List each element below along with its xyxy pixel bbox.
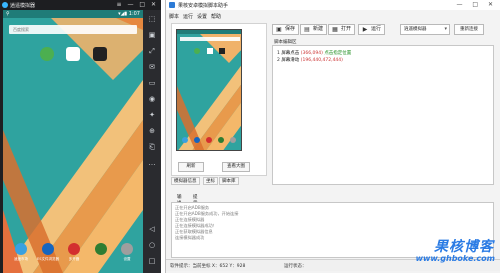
line-command: 屏幕点击 [281, 51, 300, 56]
es-file-icon[interactable] [42, 243, 54, 255]
tab-coordinates[interactable]: 坐标 [203, 177, 218, 185]
home-icon[interactable] [66, 47, 80, 61]
menu-settings[interactable]: 设置 [197, 13, 207, 20]
emulator-titlebar: 逍遥模拟器 ≡ — □ ✕ [0, 0, 161, 10]
settings-icon[interactable] [121, 243, 133, 255]
search-widget[interactable]: 百度搜索 [9, 25, 137, 34]
download-icon[interactable] [95, 243, 107, 255]
home-nav-icon[interactable]: ○ [147, 240, 157, 250]
script-editor[interactable]: 1 屏幕点击 (366,094) 点击指定位置 2 屏幕滑动 (196,440,… [272, 45, 494, 185]
new-button[interactable]: ▤ 新建 [300, 24, 328, 35]
search-label: 百度搜索 [13, 27, 29, 32]
status-right: ▾◢▮ 1:07 [118, 11, 140, 17]
multi-icon[interactable] [68, 243, 80, 255]
side-button-2[interactable]: ▣ [147, 30, 157, 40]
open-folder-icon: ▦ [332, 26, 338, 33]
question-icon[interactable] [40, 47, 54, 61]
log-line: 连接模拟器成功 [175, 235, 205, 240]
dock-label-market: 逍遥市场 [14, 257, 28, 261]
emulator-logo-icon [2, 2, 8, 8]
app-window-controls[interactable]: — □ ✕ [456, 1, 497, 8]
site-watermark: 果核博客 www.ghboke.com [414, 236, 498, 270]
tab-emulator-info[interactable]: 模拟器信息 [171, 177, 200, 185]
line-coordinates: (196,440,472,444) [300, 58, 343, 63]
preview-tabs: 模拟器信息 坐标 脚本库 [171, 177, 271, 185]
dock-label-settings: 设置 [123, 257, 131, 261]
market-icon[interactable] [15, 243, 27, 255]
side-button-1[interactable]: ⬚ [147, 14, 157, 24]
save-icon: ▣ [276, 26, 282, 33]
open-button[interactable]: ▦ 打开 [328, 24, 356, 35]
emulator-select[interactable]: 逍遥模拟器 ▾ [400, 24, 450, 35]
side-button-6[interactable]: ◉ [147, 94, 157, 104]
line-number: 1 [277, 51, 280, 56]
script-line[interactable]: 2 屏幕滑动 (196,440,472,444) [277, 57, 343, 63]
script-line[interactable]: 1 屏幕点击 (366,094) 点击指定位置 [277, 50, 351, 56]
view-large-button[interactable]: 查看大图 [222, 162, 250, 172]
watermark-title: 果核博客 [434, 239, 494, 255]
status-left: ⚲ [6, 11, 10, 17]
emulator-title: 逍遥模拟器 [10, 3, 36, 9]
line-comment: 点击指定位置 [324, 51, 352, 56]
run-button[interactable]: ▶ 运行 [358, 24, 386, 35]
dock-label-es: ES文件浏览器 [37, 257, 59, 261]
menu-help[interactable]: 帮助 [211, 13, 221, 20]
new-label: 新建 [313, 26, 324, 32]
android-screen[interactable]: ⚲ ▾◢▮ 1:07 百度搜索 逍遥市场 ES文件浏览器 多开器 设置 [3, 10, 143, 273]
line-coordinates: (366,094) [300, 51, 323, 56]
app-logo-icon [169, 2, 175, 8]
screen-preview-panel: 刷新 查看大图 [171, 23, 267, 176]
menubar: 脚本 运行 设置 帮助 [166, 11, 500, 21]
script-helper-window: 果核安卓模拟脚本助手 — □ ✕ 脚本 运行 设置 帮助 刷新 查看大图 模拟器… [165, 0, 500, 273]
chevron-down-icon: ▾ [444, 26, 447, 32]
run-status: 运行状态： [284, 264, 307, 269]
save-button[interactable]: ▣ 保存 [272, 24, 300, 35]
play-icon: ▶ [362, 26, 368, 33]
save-label: 保存 [285, 26, 296, 32]
emulator-window: 逍遥模拟器 ≡ — □ ✕ ⚲ ▾◢▮ 1:07 百度搜索 逍遥市场 ES文件浏… [0, 0, 161, 273]
side-button-3[interactable]: ⤢ [147, 46, 157, 56]
side-button-8[interactable]: ⊕ [147, 126, 157, 136]
emulator-select-value: 逍遥模拟器 [404, 27, 427, 32]
app-titlebar: 果核安卓模拟脚本助手 — □ ✕ [166, 0, 500, 10]
side-button-5[interactable]: ▭ [147, 78, 157, 88]
side-button-9[interactable]: ⎗ [147, 142, 157, 152]
preview-wallpaper [177, 30, 241, 150]
android-status-bar: ⚲ ▾◢▮ 1:07 [3, 10, 143, 18]
emulator-window-controls[interactable]: ≡ — □ ✕ [117, 1, 158, 8]
line-number: 2 [277, 58, 280, 63]
side-button-7[interactable]: ✦ [147, 110, 157, 120]
tab-script-library[interactable]: 脚本库 [219, 177, 239, 185]
reconnect-button[interactable]: 重新连接 [454, 24, 484, 35]
back-icon[interactable]: ◁ [147, 224, 157, 234]
emulator-sidebar: ⬚ ▣ ⤢ ✉ ▭ ◉ ✦ ⊕ ⎗ … ◁ ○ □ [143, 10, 161, 273]
line-command: 屏幕滑动 [281, 58, 300, 63]
screen-preview-image[interactable] [176, 29, 242, 151]
side-button-4[interactable]: ✉ [147, 62, 157, 72]
watermark-url: www.ghboke.com [415, 254, 495, 263]
recent-icon[interactable]: □ [147, 256, 157, 266]
run-label: 运行 [371, 26, 382, 32]
app-icon[interactable] [93, 47, 107, 61]
coordinate-readout: 软件提示：当前坐标 X：652 Y：928 [170, 264, 246, 269]
refresh-preview-button[interactable]: 刷新 [178, 162, 204, 172]
menu-run[interactable]: 运行 [183, 13, 193, 20]
side-button-more[interactable]: … [147, 158, 157, 168]
app-title: 果核安卓模拟脚本助手 [178, 3, 229, 9]
new-file-icon: ▤ [304, 26, 310, 33]
dock-label-multi: 多开器 [68, 257, 80, 261]
menu-script[interactable]: 脚本 [169, 13, 179, 20]
open-label: 打开 [341, 26, 352, 32]
